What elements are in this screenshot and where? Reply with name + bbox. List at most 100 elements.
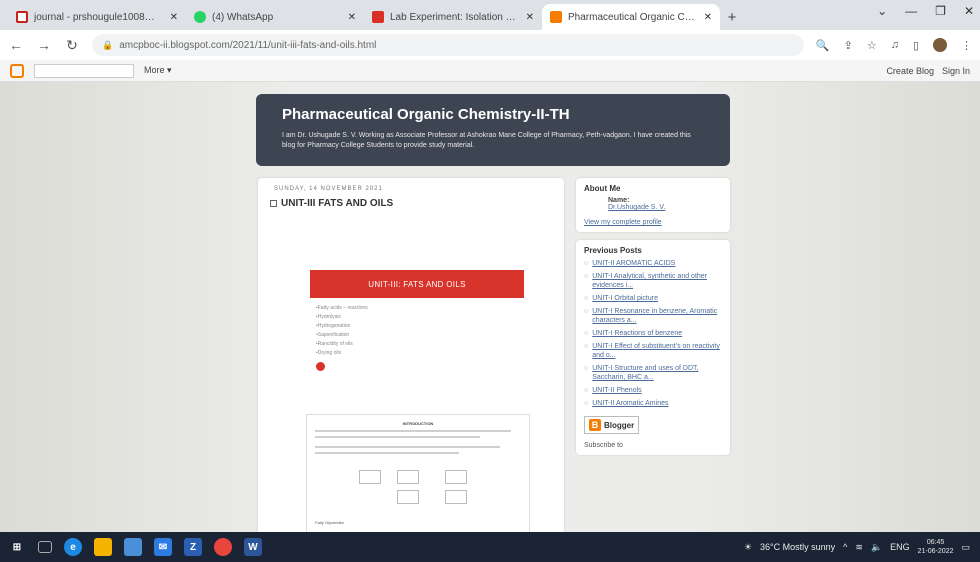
address-bar[interactable]: 🔒 amcpboc-ii.blogspot.com/2021/11/unit-i…	[92, 34, 804, 56]
window-controls: ⌄ — ❐ ✕	[877, 4, 974, 18]
browser-toolbar: ← → ↻ 🔒 amcpboc-ii.blogspot.com/2021/11/…	[0, 30, 980, 60]
post-link[interactable]: UNIT-I Orbital picture	[592, 294, 658, 303]
weather-text[interactable]: 36°C Mostly sunny	[760, 542, 835, 552]
clock[interactable]: 06:45 21-06-2022	[918, 538, 954, 556]
post-title-row: UNIT-III FATS AND OILS	[270, 198, 552, 209]
clock-date: 21-06-2022	[917, 548, 954, 555]
sign-in-link[interactable]: Sign In	[942, 66, 970, 76]
post-document-image[interactable]: INTRODUCTION Fatty Glycerides	[306, 414, 530, 532]
subscribe-label: Subscribe to	[584, 442, 623, 449]
weather-icon[interactable]: ☀	[744, 542, 752, 553]
text-line	[315, 446, 501, 448]
wifi-icon[interactable]: ≋	[855, 542, 863, 553]
post-link[interactable]: UNIT-I Reactions of benzene	[592, 329, 682, 338]
maximize-button[interactable]: ❐	[935, 4, 946, 18]
url-text: amcpboc-ii.blogspot.com/2021/11/unit-iii…	[119, 39, 377, 51]
close-tab-icon[interactable]: ✕	[704, 12, 712, 23]
browser-tab[interactable]: (4) WhatsApp ✕	[186, 4, 364, 30]
browser-tab[interactable]: journal - prshougule1008@gm ✕	[8, 4, 186, 30]
zoom-app-icon[interactable]: Z	[184, 538, 202, 556]
close-tab-icon[interactable]: ✕	[170, 12, 178, 23]
list-item[interactable]: ○ UNIT-I Reactions of benzene	[584, 329, 722, 338]
slide-item: •Fatty acids – reactions	[316, 305, 368, 311]
close-window-button[interactable]: ✕	[964, 4, 974, 18]
file-explorer-icon[interactable]	[94, 538, 112, 556]
post-link[interactable]: UNIT-I Structure and uses of DDT, Saccha…	[592, 364, 722, 382]
volume-icon[interactable]: 🔈	[871, 542, 882, 553]
diagram-box	[359, 470, 381, 484]
notification-icon[interactable]: ▭	[961, 542, 970, 553]
word-icon[interactable]: W	[244, 538, 262, 556]
text-line	[315, 430, 511, 432]
minimize-button[interactable]: —	[905, 4, 917, 18]
post-link[interactable]: UNIT-II Phenols	[592, 386, 641, 395]
list-item[interactable]: ○ UNIT-II Aromatic Amines	[584, 399, 722, 408]
reload-icon[interactable]: ↻	[64, 37, 80, 54]
blog-description: I am Dr. Ushugade S. V. Working as Assoc…	[282, 132, 691, 149]
blogger-navbar: More ▾ Create Blog Sign In	[0, 60, 980, 82]
red-dot-icon	[316, 362, 325, 371]
author-name-link[interactable]: Dr.Ushugade S. V.	[608, 204, 722, 211]
side-panel-icon[interactable]: ▯	[913, 39, 919, 52]
diagram-box	[397, 490, 419, 504]
back-icon[interactable]: ←	[8, 37, 24, 53]
blogger-icon	[550, 11, 562, 23]
close-tab-icon[interactable]: ✕	[526, 12, 534, 23]
task-view-icon[interactable]	[38, 541, 52, 553]
list-item[interactable]: ○ UNIT-I Effect of substituent's on react…	[584, 342, 722, 360]
browser-tab[interactable]: Lab Experiment: Isolation and Ic ✕	[364, 4, 542, 30]
post-link[interactable]: UNIT-I Resonance in benzene, Aromatic ch…	[592, 307, 722, 325]
language-indicator[interactable]: ENG	[890, 542, 910, 552]
new-tab-button[interactable]: +	[720, 4, 744, 30]
more-menu[interactable]: More ▾	[144, 65, 172, 76]
list-item[interactable]: ○ UNIT-II Phenols	[584, 386, 722, 395]
edge-icon[interactable]: e	[64, 538, 82, 556]
blog-search-input[interactable]	[34, 63, 134, 78]
checkbox-icon	[270, 200, 277, 207]
doc-caption: Fatty Glycerides	[315, 520, 344, 525]
post-slide-image[interactable]: UNIT-III: FATS AND OILS •Fatty acids – r…	[310, 270, 524, 402]
share-icon[interactable]: ⇪	[844, 39, 853, 52]
powered-by-blogger-badge[interactable]: B Blogger	[584, 416, 640, 434]
windows-taskbar: ⊞ e ✉ Z W ☀ 36°C Mostly sunny ^ ≋ 🔈 ENG …	[0, 532, 980, 562]
store-icon[interactable]	[124, 538, 142, 556]
list-item[interactable]: ○ UNIT-I Analytical, synthetic and other …	[584, 272, 722, 290]
menu-icon[interactable]: ⋮	[961, 39, 972, 52]
close-tab-icon[interactable]: ✕	[348, 12, 356, 23]
create-blog-link[interactable]: Create Blog	[886, 66, 934, 76]
bookmark-star-icon[interactable]: ☆	[867, 39, 877, 52]
forward-icon[interactable]: →	[36, 37, 52, 53]
mail-icon[interactable]: ✉	[154, 538, 172, 556]
blog-title[interactable]: Pharmaceutical Organic Chemistry-II-TH	[282, 106, 704, 123]
browser-tab-active[interactable]: Pharmaceutical Organic Chemi ✕	[542, 4, 720, 30]
profile-link[interactable]: View my complete profile	[584, 219, 722, 226]
lock-icon: 🔒	[102, 39, 114, 50]
tab-title: Lab Experiment: Isolation and Ic	[390, 11, 520, 23]
whatsapp-icon	[194, 11, 206, 23]
post-link[interactable]: UNIT-I Analytical, synthetic and other e…	[592, 272, 722, 290]
profile-avatar[interactable]	[933, 38, 947, 52]
blogger-logo-icon[interactable]	[10, 63, 24, 78]
browser-tab-strip: journal - prshougule1008@gm ✕ (4) WhatsA…	[0, 0, 980, 30]
tray-chevron-icon[interactable]: ^	[843, 542, 847, 552]
post-link[interactable]: UNIT-I Effect of substituent's on reacti…	[592, 342, 722, 360]
tab-title: Pharmaceutical Organic Chemi	[568, 11, 698, 23]
diagram-box	[445, 470, 467, 484]
post-link[interactable]: UNIT-II AROMATIC ACIDS	[592, 259, 675, 268]
zoom-icon[interactable]: 🔍	[816, 39, 830, 52]
list-item[interactable]: ○ UNIT-II AROMATIC ACIDS	[584, 259, 722, 268]
tab-title: (4) WhatsApp	[212, 11, 274, 23]
tab-search-icon[interactable]: ⌄	[877, 4, 887, 18]
list-item[interactable]: ○ UNIT-I Orbital picture	[584, 294, 722, 303]
doc-heading: INTRODUCTION	[402, 421, 434, 426]
list-item[interactable]: ○ UNIT-I Structure and uses of DDT, Sacch…	[584, 364, 722, 382]
text-line	[315, 452, 460, 454]
media-icon[interactable]: ♫	[891, 39, 899, 51]
slide-item: •Drying oils	[316, 350, 342, 356]
post-link[interactable]: UNIT-II Aromatic Amines	[592, 399, 668, 408]
start-icon[interactable]: ⊞	[8, 538, 26, 556]
chrome-icon[interactable]	[214, 538, 232, 556]
post-title[interactable]: UNIT-III FATS AND OILS	[281, 198, 393, 209]
slide-item: •Rancidity of oils	[316, 341, 353, 347]
list-item[interactable]: ○ UNIT-I Resonance in benzene, Aromatic c…	[584, 307, 722, 325]
